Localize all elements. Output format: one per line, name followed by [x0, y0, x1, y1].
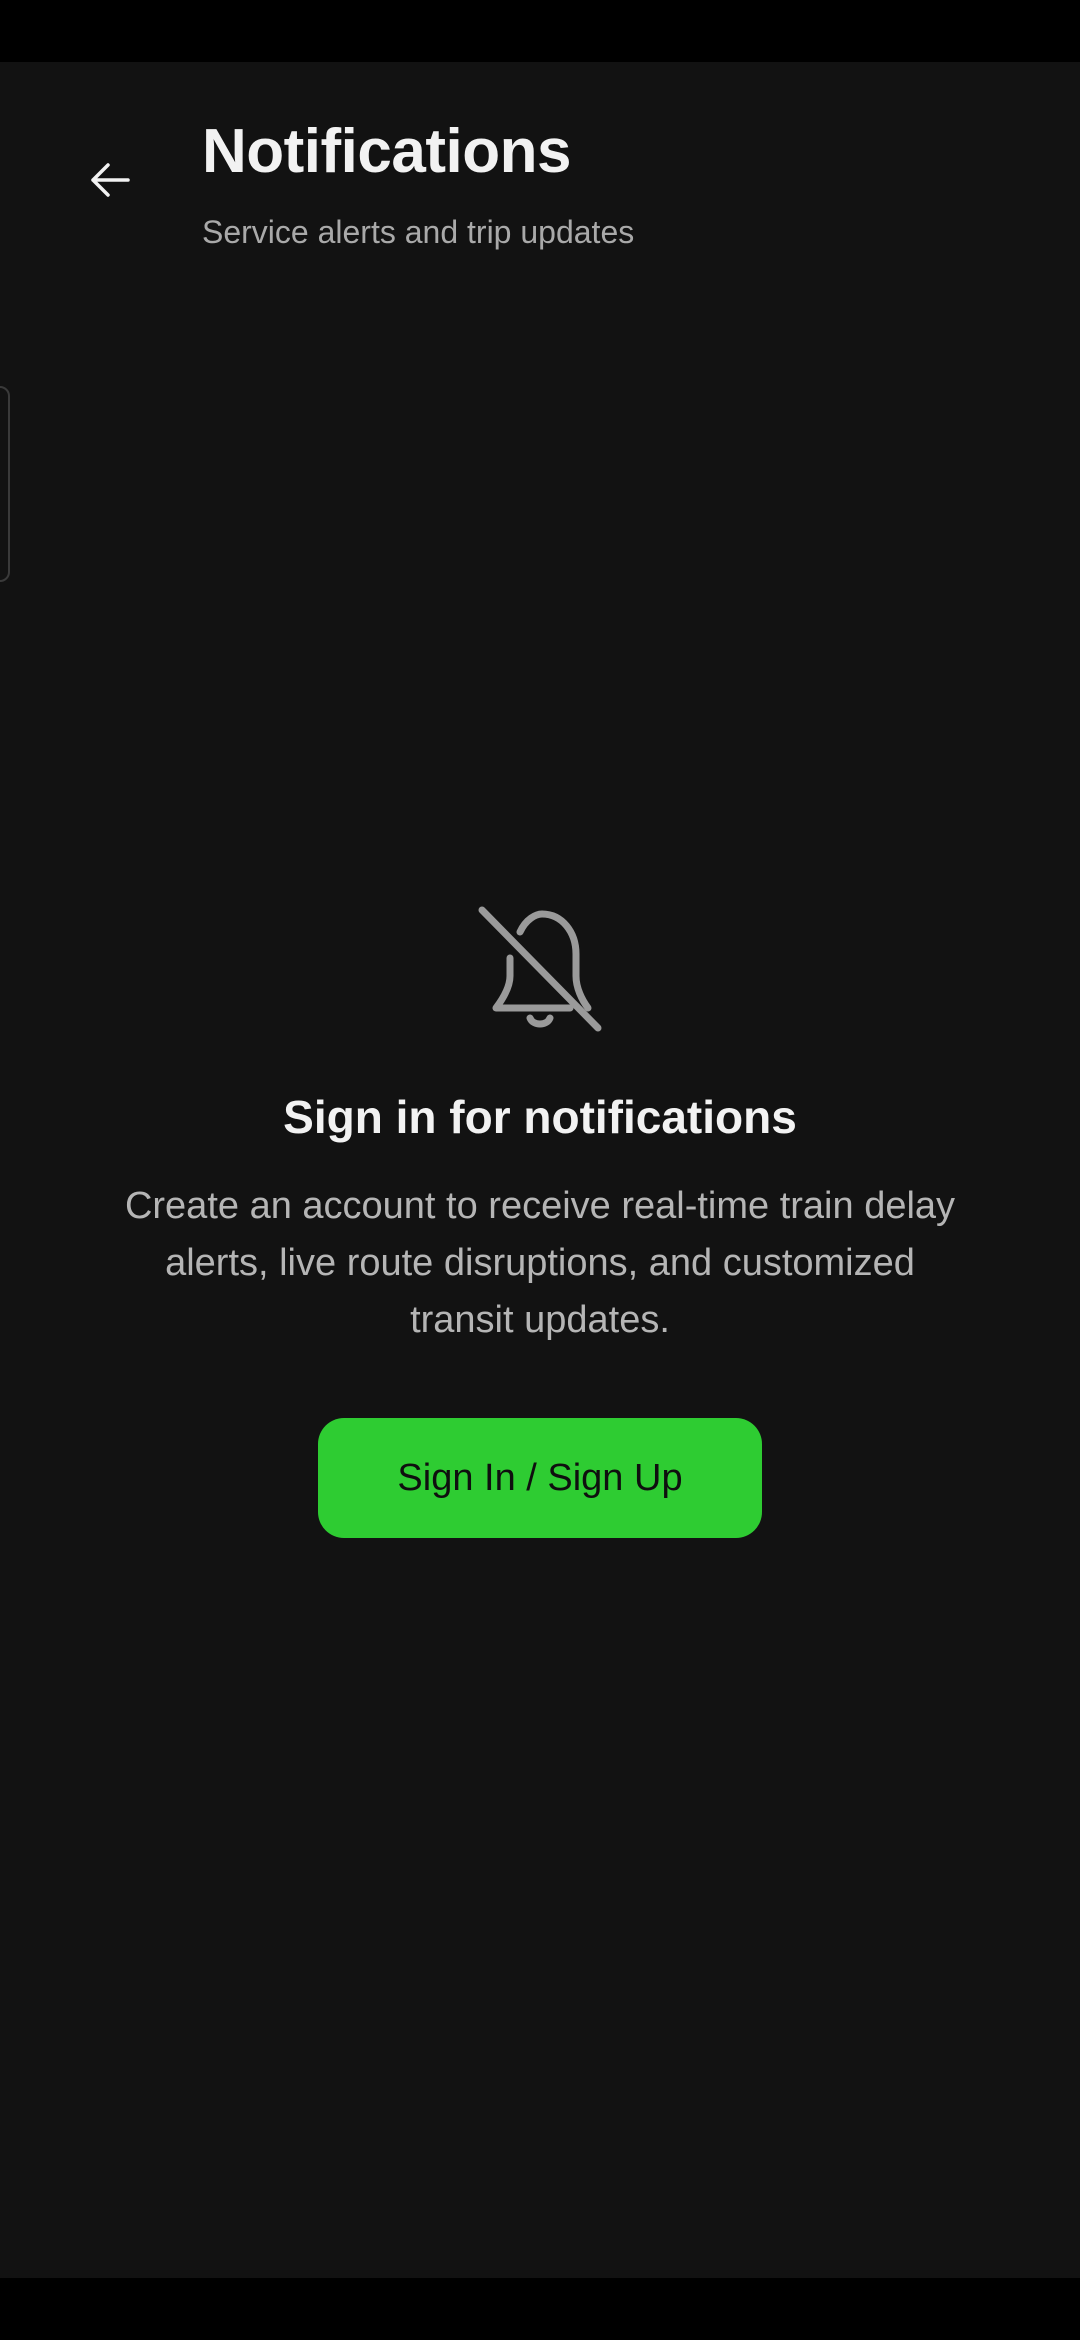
arrow-left-icon	[91, 163, 130, 197]
navigation-bar	[0, 2278, 1080, 2340]
edge-handle[interactable]	[0, 386, 10, 582]
bell-off-icon	[478, 906, 602, 1032]
back-button[interactable]	[72, 142, 148, 218]
sign-in-button[interactable]: Sign In / Sign Up	[318, 1418, 762, 1538]
phone-screen: Notifications Service alerts and trip up…	[0, 0, 1080, 2340]
page-title: Notifications	[202, 117, 571, 186]
empty-state-title: Sign in for notifications	[283, 1091, 797, 1143]
status-bar	[0, 0, 1080, 62]
empty-state-description: Create an account to receive real-time t…	[124, 1185, 956, 1341]
page-subtitle: Service alerts and trip updates	[202, 214, 635, 250]
notifications-screen	[0, 62, 1080, 2278]
